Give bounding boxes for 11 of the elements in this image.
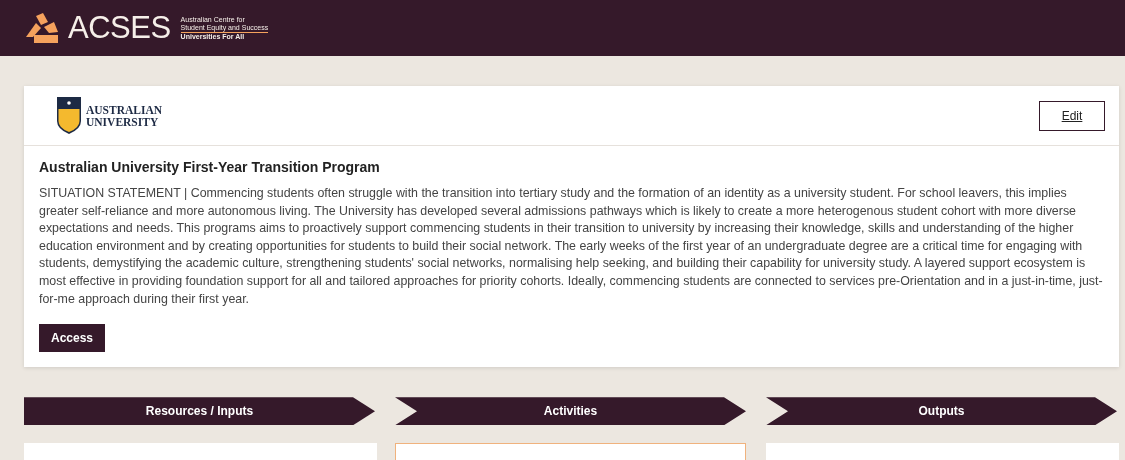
stage-banner: Activities	[395, 397, 746, 426]
university-name: AUSTRALIAN UNIVERSITY	[86, 103, 163, 128]
program-title: Australian University First-Year Transition Program	[39, 159, 381, 175]
brand-name: ACSES	[68, 10, 171, 46]
edit-button[interactable]: Edit	[1039, 100, 1105, 131]
situation-statement: SITUATION STATEMENT | Commencing students often struggle with the transition into tertiary study and the formation of an identity as a university student. For school leavers, this implies greater self-reliance and more autonomous living. The University has developed several admissions pathways which is likely to create a more heterogenous student cohort with more diverse expectations and needs. This programs aims to proactively support commencing students in their transition to university by increasing their knowledge, skills and understanding of the higher education environment and by creating opportunities for students to build their social network. The early weeks of the first year of an undergraduate degree are a critical time for engaging with students, demystifying the academic culture, strengthening students' social networks, normalising help seeking, and building their capability for university study. A layered support ecosystem is most effective in providing foundation support for all and tailored approaches for priority cohorts. Ideally, commencing students are connected to services pre-Orientation and in a just-in-time, just-for-me approach during their first year.	[39, 185, 1104, 308]
crest-icon	[57, 97, 81, 134]
access-button[interactable]: Access	[39, 324, 106, 353]
logo-icon	[24, 13, 60, 43]
stage-banner: Outputs	[766, 397, 1117, 426]
stage-banner: Resources / Inputs	[24, 397, 375, 426]
